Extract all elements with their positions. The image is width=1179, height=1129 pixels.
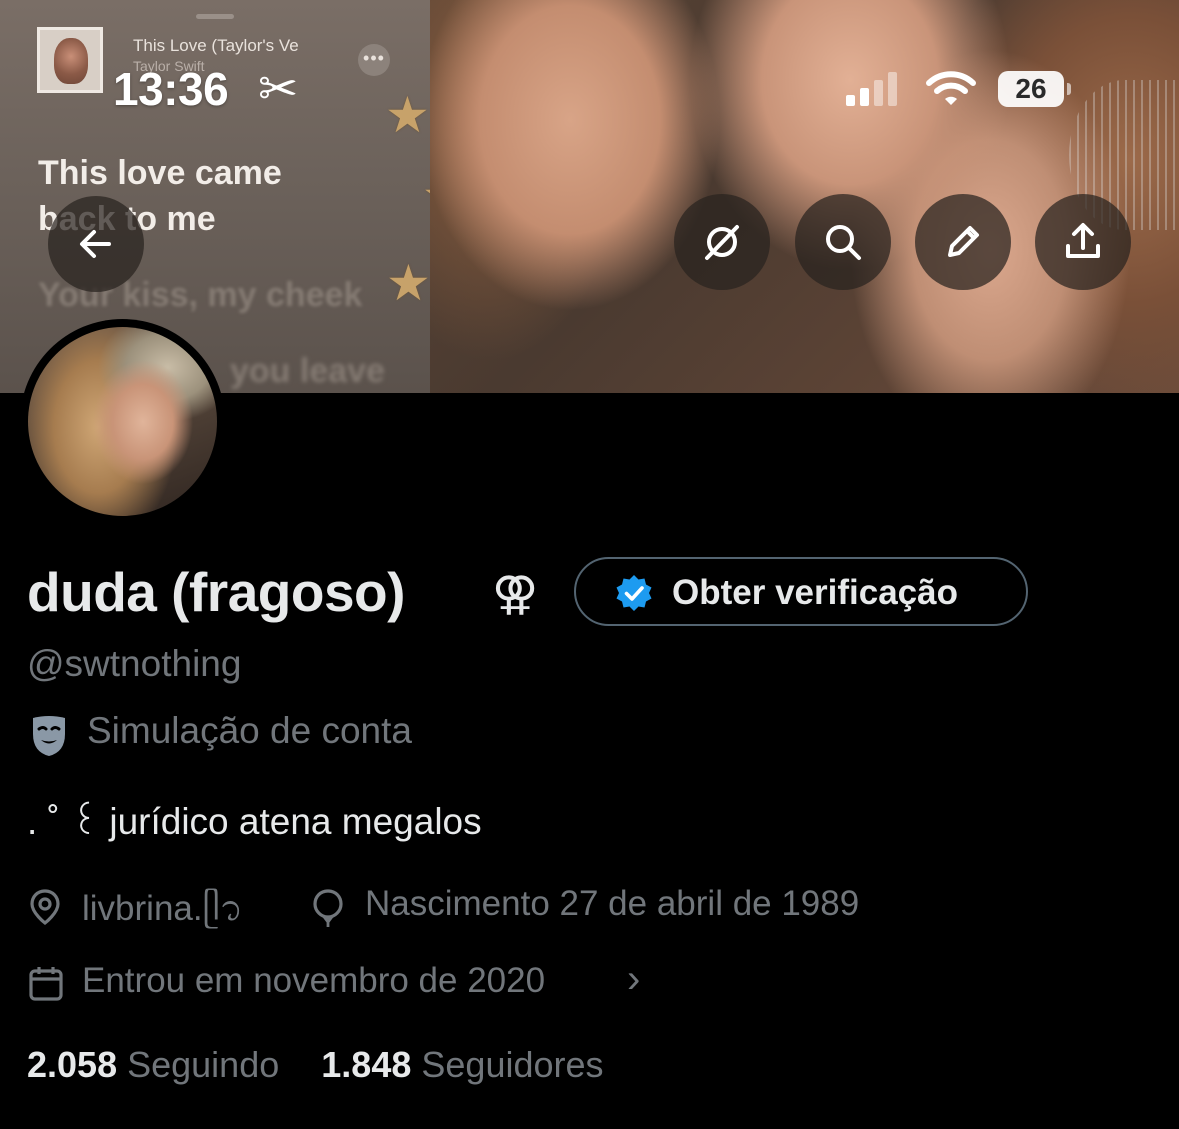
follow-stats: 2.058 Seguindo 1.848 Seguidores [27,1044,604,1086]
get-verified-button[interactable]: Obter verificação [574,557,1028,626]
more-icon: ••• [358,44,390,76]
share-icon [1066,223,1100,258]
followers-count: 1.848 [321,1044,412,1085]
edit-button[interactable] [915,194,1011,290]
birthday-text: Nascimento 27 de abril de 1989 [365,884,860,923]
verified-badge-icon [616,575,652,611]
now-playing-title: This Love (Taylor's Ve [133,36,299,55]
status-time: 13:36 [113,63,229,115]
star-icon: ★ [385,87,430,143]
sheet-handle [196,14,234,19]
followers-label: Seguidores [421,1044,604,1085]
album-art [37,27,103,93]
followers-link[interactable]: 1.848 Seguidores [321,1044,603,1085]
parody-label: Simulação de conta [87,710,412,751]
lyric-line: you leave [230,352,385,390]
share-button[interactable] [1035,194,1131,290]
lyric-line: This love came [38,154,282,192]
grok-icon [705,225,739,260]
grok-button[interactable] [674,194,770,290]
calendar-icon [29,967,63,1001]
following-link[interactable]: 2.058 Seguindo [27,1044,289,1085]
chevron-right-icon: › [627,957,641,1001]
scissors-icon: ✂ [258,63,299,116]
joined-text: Entrou em novembro de 2020 [82,961,546,1000]
joined-row[interactable]: Entrou em novembro de 2020 › [27,957,727,1007]
following-count: 2.058 [27,1044,118,1085]
get-verified-label: Obter verificação [672,573,958,612]
arrow-left-icon [80,230,111,258]
name-symbol: ⚢ [492,567,539,619]
battery-indicator: 26 [998,71,1071,107]
balloon-icon [313,889,343,927]
pencil-icon [948,226,979,257]
cellular-signal-icon [846,72,902,106]
back-button[interactable] [48,196,144,292]
location-text[interactable]: livbrina.ᥫ᭡ [82,884,243,946]
bio: . ˚ ꒰ jurídico atena megalos [27,801,482,842]
avatar-image [28,327,217,516]
avatar[interactable] [20,319,225,524]
theater-mask-icon [33,716,65,756]
location-pin-icon [30,889,60,926]
search-button[interactable] [795,194,891,290]
display-name: duda (fragoso) [27,561,405,623]
star-icon: ★ [386,255,431,311]
lyrics-screenshot: This Love (Taylor's Ve Taylor Swift ••• … [0,0,467,393]
search-icon [826,225,861,260]
wifi-icon [926,71,976,105]
profile-meta-row: livbrina.ᥫ᭡ Nascimento 27 de abril de 19… [27,882,1027,930]
user-handle: @swtnothing [27,643,242,684]
following-label: Seguindo [127,1044,280,1085]
